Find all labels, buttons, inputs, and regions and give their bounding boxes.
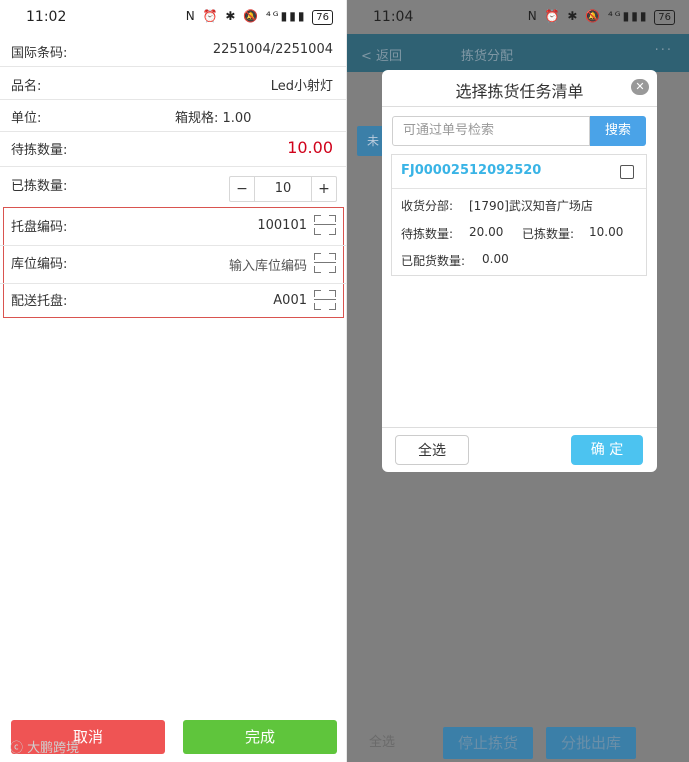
task-checkbox[interactable] [620, 165, 634, 179]
location-row: 库位编码: 输入库位编码 [0, 246, 347, 284]
pallet-code-input[interactable]: 100101 [257, 218, 307, 233]
status-time: 11:02 [26, 9, 67, 25]
name-row: 品名: Led小射灯 [0, 67, 347, 100]
nav-title: 拣货分配 [461, 49, 514, 64]
status-bar: 11:04 N ⏰ ✱ 🔕 ⁴ᴳ▮▮▮ 76 [347, 0, 689, 34]
select-task-dialog: 选择拣货任务清单 ✕ 可通过单号检索 搜索 FJ00002512092520 收… [382, 70, 657, 472]
allocated-label: 已配货数量: [401, 254, 466, 268]
spec-label: 箱规格: 1.00 [175, 111, 252, 126]
barcode-value: 2251004/2251004 [212, 42, 333, 57]
name-label: 品名: [11, 79, 42, 94]
unit-label: 单位: [11, 111, 42, 126]
dispatch-pallet-input[interactable]: A001 [273, 293, 307, 308]
to-pick-value: 10.00 [287, 138, 333, 157]
picked-quantity-stepper: − 10 + [229, 176, 337, 202]
pallet-label: 托盘编码: [11, 220, 68, 235]
confirm-button[interactable]: 确 定 [571, 435, 643, 465]
to-pick-value: 20.00 [469, 225, 504, 239]
picked-quantity-input[interactable]: 10 [255, 177, 311, 201]
battery-icon: 76 [654, 10, 675, 25]
batch-outbound-button: 分批出库 [546, 727, 636, 759]
decrement-button[interactable]: − [230, 177, 255, 201]
location-code-input[interactable]: 输入库位编码 [229, 255, 307, 274]
barcode-row: 国际条码: 2251004/2251004 [0, 34, 347, 67]
dialog-footer [382, 427, 657, 428]
name-value: Led小射灯 [270, 79, 333, 94]
status-time: 11:04 [373, 9, 414, 25]
right-screen: 11:04 N ⏰ ✱ 🔕 ⁴ᴳ▮▮▮ 76 < 返回 拣货分配 ··· 未 全… [347, 0, 689, 762]
dispatch-label: 配送托盘: [11, 294, 68, 309]
search-button[interactable]: 搜索 [590, 116, 646, 146]
status-icons: N ⏰ ✱ 🔕 ⁴ᴳ▮▮▮ 76 [528, 9, 675, 25]
receiver-label: 收货分部: [401, 199, 454, 213]
watermark: ⓒ 大鹏跨境 [10, 741, 80, 756]
picked-label: 已拣数量: [522, 227, 575, 241]
unit-row: 单位: 箱规格: 1.00 [0, 100, 347, 132]
picked-label: 已拣数量: [11, 179, 68, 194]
watermark-text: 大鹏跨境 [27, 741, 80, 756]
to-pick-label: 待拣数量: [11, 143, 68, 158]
divider [392, 188, 646, 189]
pallet-row: 托盘编码: 100101 [0, 208, 347, 246]
picked-value: 10.00 [589, 225, 624, 239]
dialog-title: 选择拣货任务清单 [455, 82, 584, 101]
barcode-label: 国际条码: [11, 46, 68, 61]
select-all-button[interactable]: 全选 [395, 435, 469, 465]
receiver-value: [1790]武汉知音广场店 [469, 199, 593, 213]
background-select-all: 全选 [369, 735, 396, 750]
search-input[interactable]: 可通过单号检索 [392, 116, 590, 146]
scan-icon[interactable] [314, 253, 336, 273]
status-bar: 11:02 N ⏰ ✱ 🔕 ⁴ᴳ▮▮▮ 76 [0, 0, 347, 34]
location-label: 库位编码: [11, 257, 68, 272]
stop-picking-button: 停止拣货 [443, 727, 533, 759]
back-button[interactable]: < 返回 [361, 45, 402, 64]
nav-bar: < 返回 拣货分配 ··· [347, 34, 689, 72]
task-card[interactable]: FJ00002512092520 收货分部: [1790]武汉知音广场店 待拣数… [391, 154, 647, 276]
allocated-value: 0.00 [482, 252, 509, 266]
order-code: FJ00002512092520 [401, 163, 542, 178]
more-icon[interactable]: ··· [655, 43, 673, 58]
to-pick-row: 待拣数量: 10.00 [0, 132, 347, 167]
battery-icon: 76 [312, 10, 333, 25]
increment-button[interactable]: + [311, 177, 336, 201]
dispatch-row: 配送托盘: A001 [0, 284, 347, 318]
left-screen: 11:02 N ⏰ ✱ 🔕 ⁴ᴳ▮▮▮ 76 国际条码: 2251004/225… [0, 0, 347, 762]
to-pick-label: 待拣数量: [401, 227, 454, 241]
status-icons: N ⏰ ✱ 🔕 ⁴ᴳ▮▮▮ 76 [186, 9, 333, 25]
close-icon[interactable]: ✕ [631, 79, 649, 95]
divider [382, 106, 657, 107]
finish-button[interactable]: 完成 [183, 720, 337, 754]
scan-icon[interactable] [314, 215, 336, 235]
scan-icon[interactable] [314, 290, 336, 310]
